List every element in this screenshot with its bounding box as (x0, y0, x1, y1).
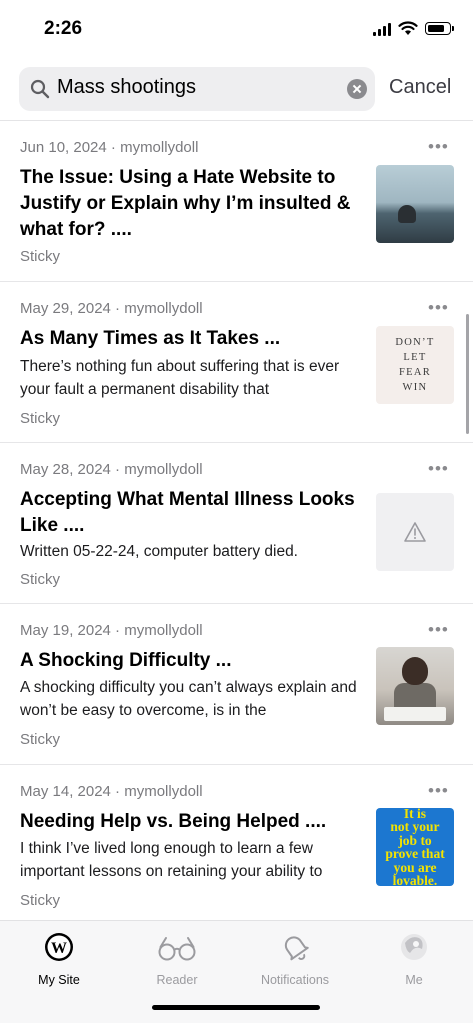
search-bar-row: Cancel (0, 60, 473, 120)
battery-level (428, 25, 445, 32)
post-excerpt: I think I’ve lived long enough to learn … (20, 840, 323, 880)
post-excerpt: Written 05-22-24, computer battery died. (20, 543, 298, 560)
tab-notifications[interactable]: Notifications (245, 931, 345, 991)
post-card[interactable]: May 29, 2024 · mymollydoll ••• As Many T… (0, 282, 473, 443)
post-thumbnail[interactable] (376, 647, 454, 725)
post-meta: May 29, 2024 · mymollydoll (20, 300, 203, 317)
search-icon (30, 79, 50, 99)
post-meta: May 19, 2024 · mymollydoll (20, 622, 203, 639)
post-tag: Sticky (20, 410, 61, 427)
bell-icon (284, 936, 309, 961)
post-thumbnail[interactable]: It is not your job to prove that you are… (376, 808, 454, 886)
home-indicator (152, 1005, 320, 1010)
more-options-icon[interactable]: ••• (428, 460, 449, 477)
cancel-button[interactable]: Cancel (389, 76, 451, 99)
post-meta: Jun 10, 2024 · mymollydoll (20, 139, 199, 156)
glasses-icon (158, 937, 196, 961)
clear-search-icon[interactable] (347, 79, 367, 99)
post-title[interactable]: As Many Times as It Takes ... (20, 326, 360, 352)
post-thumbnail[interactable] (376, 493, 454, 571)
quote-text: It is not your job to prove that you are… (385, 808, 445, 886)
tab-label: Notifications (260, 973, 330, 987)
tab-my-site[interactable]: W My Site (9, 931, 109, 991)
poster-text: DON’T LET FEAR WIN (395, 337, 435, 393)
svg-text:W: W (51, 940, 67, 957)
status-icons (373, 21, 454, 36)
post-title[interactable]: Needing Help vs. Being Helped .... (20, 809, 360, 835)
more-options-icon[interactable]: ••• (428, 138, 449, 155)
tab-label: My Site (38, 973, 80, 987)
warning-icon (404, 522, 426, 542)
post-meta: May 14, 2024 · mymollydoll (20, 783, 203, 800)
tab-label: Reader (156, 973, 198, 987)
post-title[interactable]: Accepting What Mental Illness Looks Like… (20, 487, 360, 539)
post-tag: Sticky (20, 892, 61, 909)
wordpress-icon: W (45, 933, 73, 961)
avatar (401, 934, 427, 960)
search-box[interactable] (19, 67, 375, 111)
post-thumbnail[interactable]: DON’T LET FEAR WIN (376, 326, 454, 404)
battery-icon (425, 22, 454, 35)
scrollbar[interactable] (466, 314, 469, 434)
post-card[interactable]: Jun 10, 2024 · mymollydoll ••• The Issue… (0, 121, 473, 282)
tab-me[interactable]: Me (364, 931, 464, 991)
cellular-signal-icon (373, 22, 391, 36)
search-input[interactable] (57, 76, 337, 99)
post-meta: May 28, 2024 · mymollydoll (20, 461, 203, 478)
post-tag: Sticky (20, 248, 61, 265)
post-excerpt: There’s nothing fun about suffering that… (20, 358, 340, 398)
post-title[interactable]: A Shocking Difficulty ... (20, 648, 360, 674)
post-card[interactable]: May 28, 2024 · mymollydoll ••• Accepting… (0, 443, 473, 604)
more-options-icon[interactable]: ••• (428, 782, 449, 799)
post-excerpt: A shocking difficulty you can’t always e… (20, 679, 357, 719)
more-options-icon[interactable]: ••• (428, 299, 449, 316)
status-bar: 2:26 (0, 0, 473, 60)
tab-label: Me (405, 973, 423, 987)
post-tag: Sticky (20, 571, 61, 588)
post-card[interactable]: May 19, 2024 · mymollydoll ••• A Shockin… (0, 604, 473, 765)
post-tag: Sticky (20, 731, 61, 748)
search-results-list[interactable]: Jun 10, 2024 · mymollydoll ••• The Issue… (0, 121, 473, 920)
status-time: 2:26 (44, 18, 83, 39)
tab-reader[interactable]: Reader (127, 931, 227, 991)
post-card[interactable]: May 14, 2024 · mymollydoll ••• Needing H… (0, 765, 473, 920)
post-title[interactable]: The Issue: Using a Hate Website to Justi… (20, 165, 360, 243)
wifi-icon (398, 21, 418, 35)
post-thumbnail[interactable] (376, 165, 454, 243)
more-options-icon[interactable]: ••• (428, 621, 449, 638)
